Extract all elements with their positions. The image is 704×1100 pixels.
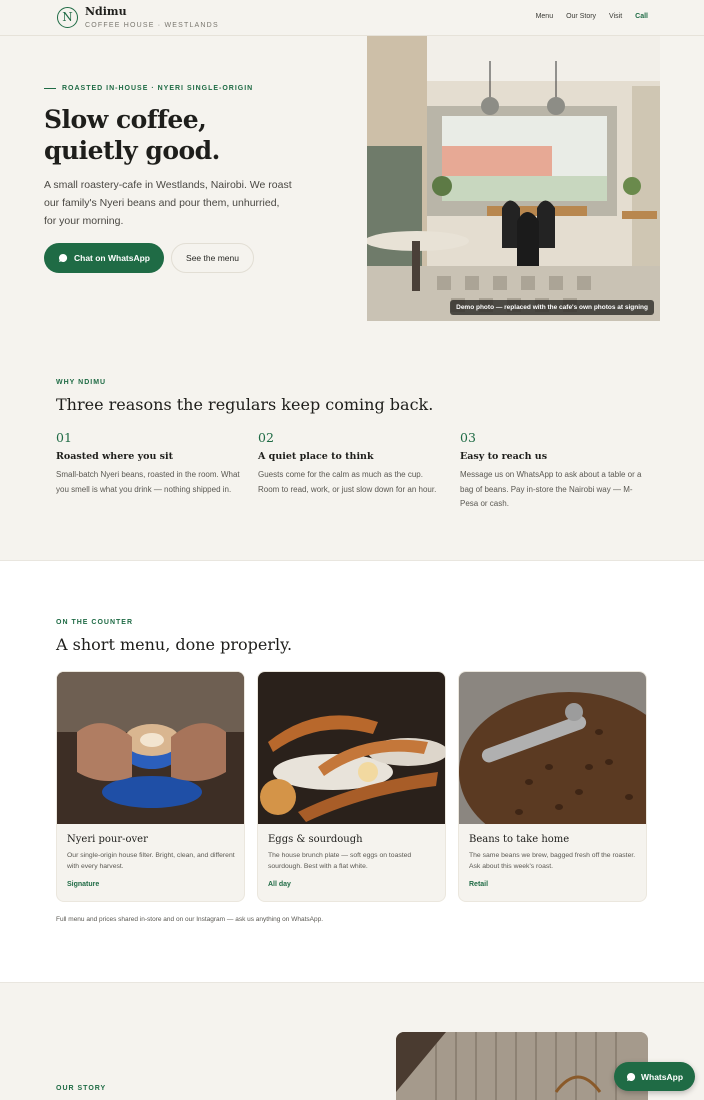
- reason-number: 03: [460, 430, 476, 445]
- logo-mark[interactable]: N: [57, 7, 78, 28]
- menu-card-eggs-sourdough[interactable]: Eggs & sourdough The house brunch plate …: [257, 671, 446, 902]
- coffee-beans-photo: [459, 672, 646, 824]
- reason-number: 02: [258, 430, 274, 445]
- floating-whatsapp-button[interactable]: WhatsApp: [614, 1062, 695, 1091]
- floating-whatsapp-label: WhatsApp: [640, 1071, 684, 1082]
- reason-number: 01: [56, 430, 72, 445]
- nav-link-our-story[interactable]: Our Story: [566, 13, 596, 20]
- card-body: The house brunch plate — soft eggs on to…: [268, 852, 412, 870]
- reason-body: Small-batch Nyeri beans, roasted in the …: [56, 470, 240, 494]
- eyebrow-dash: [44, 88, 56, 89]
- card-title: Beans to take home: [469, 834, 570, 845]
- card-body: The same beans we brew, bagged fresh off…: [469, 852, 636, 870]
- why-title: Three reasons the regulars keep coming b…: [56, 395, 434, 414]
- photo-caption: Demo photo — replaced with the cafe's ow…: [450, 300, 654, 315]
- reason-title: Easy to reach us: [460, 451, 548, 462]
- nav-link-call[interactable]: Call: [635, 13, 648, 20]
- menu-card-pour-over[interactable]: Nyeri pour-over Our single-origin house …: [56, 671, 245, 902]
- card-tag: Retail: [469, 881, 489, 888]
- menu-eyebrow: ON THE COUNTER: [56, 619, 133, 626]
- chat-on-whatsapp-label: Chat on WhatsApp: [73, 253, 151, 263]
- chat-bubble-icon: [58, 253, 68, 262]
- eggs-sourdough-photo: [258, 672, 445, 824]
- why-eyebrow: WHY NDIMU: [56, 379, 107, 386]
- see-menu-button[interactable]: See the menu: [171, 243, 254, 273]
- reason-title: Roasted where you sit: [56, 451, 174, 462]
- story-eyebrow: OUR STORY: [56, 1085, 107, 1092]
- reason-title: A quiet place to think: [258, 451, 374, 462]
- pour-over-photo: [57, 672, 244, 824]
- card-title: Nyeri pour-over: [67, 834, 148, 845]
- nav-link-visit[interactable]: Visit: [609, 13, 622, 20]
- menu-title: A short menu, done properly.: [56, 635, 293, 654]
- nav-link-menu[interactable]: Menu: [536, 13, 554, 20]
- reason-item: 02 A quiet place to think Guests come fo…: [258, 430, 443, 497]
- hero-title-line1: Slow coffee,: [44, 105, 207, 134]
- chat-bubble-icon: [626, 1072, 636, 1081]
- top-nav: N Ndimu COFFEE HOUSE · WESTLANDS Menu Ou…: [0, 0, 704, 36]
- reason-item: 03 Easy to reach us Message us on WhatsA…: [460, 430, 645, 512]
- card-body: Our single-origin house filter. Bright, …: [67, 852, 235, 870]
- reason-body: Message us on WhatsApp to ask about a ta…: [460, 470, 642, 508]
- card-title: Eggs & sourdough: [268, 834, 363, 845]
- card-tag: Signature: [67, 881, 100, 888]
- hero-description: A small roastery-cafe in Westlands, Nair…: [44, 179, 292, 227]
- hero-cafe-photo: Demo photo — replaced with the cafe's ow…: [367, 36, 660, 321]
- hero-eyebrow: ROASTED IN-HOUSE · NYERI SINGLE-ORIGIN: [44, 85, 253, 92]
- card-tag: All day: [268, 881, 291, 888]
- story-photo: [396, 1032, 648, 1100]
- nav-links: Menu Our Story Visit Call: [536, 13, 648, 20]
- reason-item: 01 Roasted where you sit Small-batch Nye…: [56, 430, 241, 497]
- hero-title-line2: quietly good.: [44, 136, 220, 165]
- reason-body: Guests come for the calm as much as the …: [258, 470, 437, 494]
- menu-card-beans[interactable]: Beans to take home The same beans we bre…: [458, 671, 647, 902]
- hero-eyebrow-text: ROASTED IN-HOUSE · NYERI SINGLE-ORIGIN: [62, 85, 254, 92]
- chat-on-whatsapp-button[interactable]: Chat on WhatsApp: [44, 243, 164, 273]
- brand-subtitle: COFFEE HOUSE · WESTLANDS: [85, 22, 219, 29]
- cafe-interior-illustration: [367, 36, 660, 321]
- brand-name[interactable]: Ndimu: [85, 5, 127, 18]
- hero-title: Slow coffee, quietly good.: [44, 104, 344, 166]
- menu-note: Full menu and prices shared in-store and…: [56, 916, 324, 923]
